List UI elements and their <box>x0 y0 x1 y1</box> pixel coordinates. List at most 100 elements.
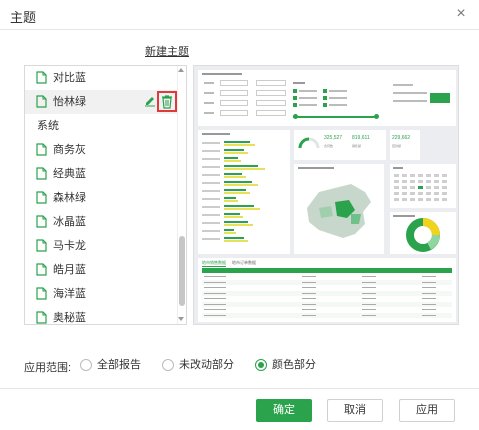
table-cell <box>362 281 376 283</box>
calendar-cell <box>410 180 415 183</box>
calendar-cell <box>426 186 431 189</box>
calendar-cell <box>418 192 423 195</box>
trash-icon[interactable] <box>159 93 175 110</box>
bar-label <box>202 174 220 176</box>
preview-table-row <box>202 285 452 290</box>
table-cell <box>204 314 226 316</box>
theme-list-item[interactable]: 海洋蓝 <box>25 282 177 306</box>
theme-group-header: 系统 <box>25 114 177 138</box>
bar-label <box>202 214 220 216</box>
kpi-value-3: 229,662 <box>392 135 411 141</box>
bar-secondary <box>224 232 236 234</box>
preview-map-card <box>294 164 384 254</box>
cancel-button[interactable]: 取消 <box>327 399 383 422</box>
document-icon <box>36 167 47 180</box>
bar-label <box>202 222 220 224</box>
scroll-down-arrow-icon[interactable] <box>178 317 184 321</box>
calendar-cell <box>442 198 447 201</box>
table-cell <box>302 276 316 277</box>
radio-dot-icon[interactable] <box>162 359 174 371</box>
calendar-cell <box>442 192 447 195</box>
table-cell <box>302 292 316 294</box>
preview-table-row <box>202 296 452 301</box>
table-cell <box>204 287 226 288</box>
bar-primary <box>224 149 244 151</box>
theme-item-label: 森林绿 <box>53 192 86 204</box>
table-cell <box>362 303 376 305</box>
bar-label <box>202 206 220 208</box>
apply-button[interactable]: 应用 <box>399 399 455 422</box>
bar-label <box>202 238 220 240</box>
preview-table-row <box>202 312 452 318</box>
theme-list-item[interactable]: 商务灰 <box>25 138 177 162</box>
bar-primary <box>224 237 244 239</box>
preview-table-row <box>202 279 452 285</box>
radio-dot-icon[interactable] <box>80 359 92 371</box>
calendar-cell <box>434 174 439 177</box>
bar-primary <box>224 141 250 143</box>
document-icon <box>36 95 47 108</box>
table-cell <box>422 276 436 277</box>
theme-item-label: 马卡龙 <box>53 240 86 252</box>
bar-primary <box>224 229 234 231</box>
table-cell <box>204 298 226 299</box>
document-icon <box>36 263 47 276</box>
calendar-cell <box>434 198 439 201</box>
theme-list-items: 对比蓝怡林绿系统商务灰经典蓝森林绿冰晶蓝马卡龙皓月蓝海洋蓝奥秘蓝冰晶银月光银 <box>25 66 177 324</box>
calendar-cell <box>434 180 439 183</box>
ok-button[interactable]: 确定 <box>256 399 312 422</box>
bar-secondary <box>224 216 243 218</box>
bar-secondary <box>224 200 238 202</box>
theme-list-item[interactable]: 经典蓝 <box>25 162 177 186</box>
theme-list-item[interactable]: 奥秘蓝 <box>25 306 177 324</box>
bar-label <box>202 158 220 160</box>
theme-item-label: 皓月蓝 <box>53 264 86 276</box>
calendar-cell <box>394 180 399 183</box>
theme-list-item[interactable]: 冰晶蓝 <box>25 210 177 234</box>
theme-list-item[interactable]: 皓月蓝 <box>25 258 177 282</box>
theme-list-item[interactable]: 森林绿 <box>25 186 177 210</box>
bar-secondary <box>224 152 248 154</box>
table-cell <box>302 298 316 299</box>
calendar-cell <box>418 180 423 183</box>
new-theme-link[interactable]: 新建主题 <box>145 43 189 59</box>
kpi-value-2: 819,611 <box>352 135 370 141</box>
preview-table-row <box>202 307 452 312</box>
theme-list-item[interactable]: 怡林绿 <box>25 90 177 114</box>
bar-secondary <box>224 224 253 226</box>
table-cell <box>302 287 316 288</box>
theme-item-label: 商务灰 <box>53 144 86 156</box>
radio-dot-icon[interactable] <box>255 359 267 371</box>
preview-bar-chart-card <box>198 130 290 254</box>
calendar-cell <box>402 180 407 183</box>
theme-list-scrollbar[interactable] <box>177 66 186 324</box>
bar-secondary <box>224 192 250 194</box>
scroll-up-arrow-icon[interactable] <box>178 68 184 72</box>
table-cell <box>302 314 316 316</box>
theme-list: 对比蓝怡林绿系统商务灰经典蓝森林绿冰晶蓝马卡龙皓月蓝海洋蓝奥秘蓝冰晶银月光银 <box>24 65 187 325</box>
bar-label <box>202 198 220 200</box>
theme-item-label: 海洋蓝 <box>53 288 86 300</box>
kpi-label-2: 销售额 <box>352 144 362 148</box>
theme-preview: 325,527 819,611 合同数 销售额 229,662 回款额 地市销售… <box>193 65 459 325</box>
calendar-cell <box>410 198 415 201</box>
document-icon <box>36 239 47 252</box>
bar-label <box>202 190 220 192</box>
bar-secondary <box>224 240 248 242</box>
scroll-thumb[interactable] <box>179 236 185 306</box>
theme-list-item[interactable]: 马卡龙 <box>25 234 177 258</box>
calendar-cell <box>410 192 415 195</box>
table-cell <box>302 281 316 283</box>
preview-table-row <box>202 274 452 279</box>
bar-primary <box>224 181 252 183</box>
table-tab-2: 地市订单数据 <box>232 260 256 265</box>
scope-option-unchanged[interactable]: 未改动部分 <box>162 357 234 373</box>
theme-list-item[interactable]: 对比蓝 <box>25 66 177 90</box>
bar-label <box>202 230 220 232</box>
edit-pencil-icon[interactable] <box>143 94 157 108</box>
close-icon[interactable]: × <box>451 4 471 24</box>
scope-option-color[interactable]: 颜色部分 <box>255 357 316 373</box>
table-cell <box>362 314 376 316</box>
scope-option-all[interactable]: 全部报告 <box>80 357 141 373</box>
delete-highlight-box[interactable] <box>157 91 177 112</box>
